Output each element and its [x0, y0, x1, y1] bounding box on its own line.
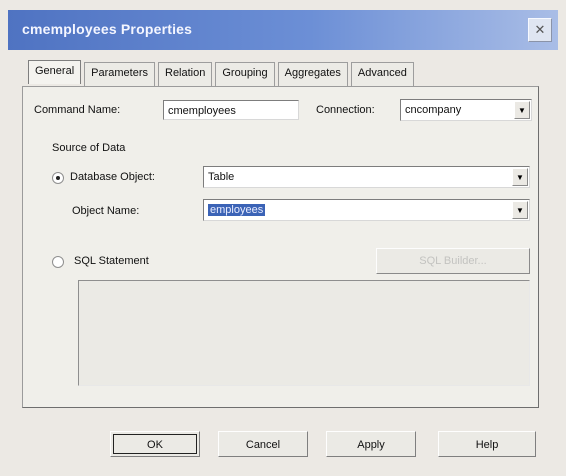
tab-relation[interactable]: Relation [158, 62, 213, 86]
object-name-selected-text: employees [208, 204, 266, 216]
sql-statement-radio[interactable] [52, 256, 64, 268]
database-object-radio[interactable] [52, 172, 64, 184]
tab-strip: General Parameters Relation Grouping Agg… [28, 60, 417, 86]
close-button[interactable]: ✕ [528, 18, 552, 42]
close-icon: ✕ [534, 22, 546, 37]
connection-select[interactable]: cncompany ▼ [400, 99, 532, 121]
sql-statement-textarea[interactable] [78, 280, 530, 386]
ok-button[interactable]: OK [110, 431, 200, 457]
title-bar: cmemployees Properties ✕ [8, 10, 558, 50]
tab-advanced[interactable]: Advanced [350, 62, 414, 86]
object-name-label: Object Name: [72, 205, 140, 217]
command-name-label: Command Name: [34, 104, 121, 116]
window-title: cmemployees Properties [22, 21, 193, 37]
tab-aggregates[interactable]: Aggregates [277, 62, 348, 86]
chevron-down-icon[interactable]: ▼ [512, 168, 528, 186]
command-name-input[interactable]: cmemployees [163, 100, 299, 120]
connection-value: cncompany [405, 104, 462, 116]
object-name-value: employees [208, 200, 266, 220]
database-object-value: Table [208, 171, 235, 183]
database-object-select[interactable]: Table ▼ [203, 166, 530, 188]
help-button[interactable]: Help [438, 431, 536, 457]
tab-parameters[interactable]: Parameters [84, 62, 155, 86]
source-of-data-label: Source of Data [52, 142, 126, 154]
connection-label: Connection: [316, 104, 375, 116]
chevron-down-icon[interactable]: ▼ [512, 201, 528, 219]
tab-grouping[interactable]: Grouping [215, 62, 275, 86]
sql-builder-button[interactable]: SQL Builder... [376, 248, 530, 274]
chevron-down-icon[interactable]: ▼ [514, 101, 530, 119]
apply-button[interactable]: Apply [326, 431, 416, 457]
database-object-label: Database Object: [70, 171, 155, 183]
sql-statement-label: SQL Statement [74, 255, 149, 267]
object-name-select[interactable]: employees ▼ [203, 199, 530, 221]
cancel-button[interactable]: Cancel [218, 431, 308, 457]
tab-general[interactable]: General [28, 60, 82, 84]
